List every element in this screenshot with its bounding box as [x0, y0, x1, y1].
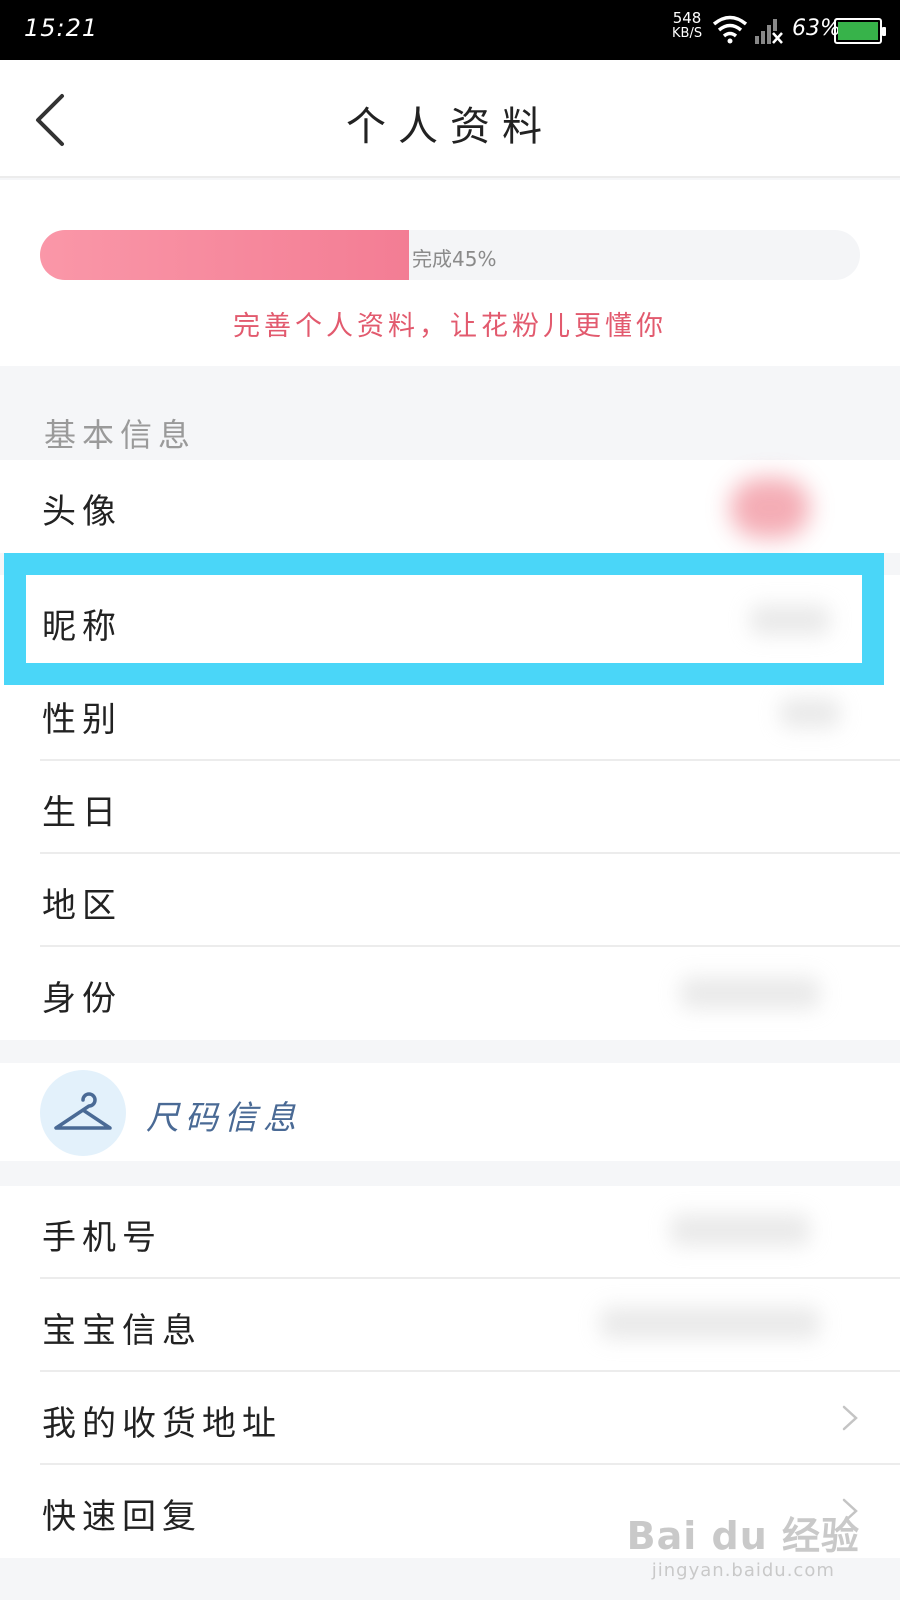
- top-nav-bar: 个人资料: [0, 60, 900, 178]
- net-speed-value: 548: [672, 9, 702, 27]
- blurred-value: [750, 605, 830, 635]
- row-baby-info[interactable]: 宝宝信息: [0, 1279, 900, 1372]
- hanger-icon: [40, 1070, 126, 1156]
- row-label: 我的收货地址: [42, 1404, 282, 1444]
- row-avatar[interactable]: 头像: [0, 460, 900, 553]
- row-birthday[interactable]: 生日: [0, 761, 900, 854]
- row-label: 地区: [42, 886, 122, 926]
- progress-label: 完成45%: [412, 247, 497, 271]
- row-label: 宝宝信息: [42, 1311, 202, 1351]
- blurred-value: [680, 977, 820, 1009]
- net-speed: 548 KB/S: [672, 10, 702, 42]
- profile-completion: 完成45% 完善个人资料，让花粉儿更懂你: [0, 180, 900, 366]
- row-label: 头像: [42, 492, 122, 532]
- page-title: 个人资料: [346, 104, 554, 150]
- row-shipping-address[interactable]: 我的收货地址: [0, 1372, 900, 1465]
- row-region[interactable]: 地区: [0, 854, 900, 947]
- signal-icon: [755, 18, 785, 48]
- row-label: 昵称: [42, 607, 122, 647]
- wifi-icon: [712, 14, 748, 48]
- row-label: 快速回复: [42, 1497, 202, 1537]
- progress-fill: [40, 230, 409, 280]
- row-phone[interactable]: 手机号: [0, 1186, 900, 1279]
- row-label: 手机号: [42, 1218, 162, 1258]
- progress-hint: 完善个人资料，让花粉儿更懂你: [233, 311, 667, 342]
- row-nickname[interactable]: 昵称: [0, 575, 900, 668]
- battery-icon: [834, 18, 886, 44]
- blurred-value: [780, 698, 840, 728]
- blurred-value: [600, 1307, 820, 1339]
- status-bar: 15:21 548 KB/S 63%: [0, 0, 900, 60]
- status-time: 15:21: [24, 14, 99, 42]
- section-title-basic-info: 基本信息: [44, 416, 197, 454]
- watermark-url: jingyan.baidu.com: [651, 1560, 835, 1581]
- blurred-value: [670, 1214, 810, 1246]
- row-label: 身份: [42, 979, 122, 1019]
- watermark: Bai du 经验 jingyan.baidu.com: [627, 1505, 860, 1581]
- row-label: 性别: [42, 700, 122, 740]
- net-speed-unit: KB/S: [672, 26, 703, 41]
- size-info-label: 尺码信息: [146, 1098, 302, 1137]
- avatar: [730, 478, 810, 538]
- row-gender[interactable]: 性别: [0, 668, 900, 761]
- watermark-brand: Bai du 经验: [626, 1514, 860, 1558]
- chevron-right-icon: [842, 1405, 858, 1431]
- row-label: 生日: [42, 793, 122, 833]
- size-info-entry[interactable]: 尺码信息: [0, 1063, 900, 1161]
- row-identity[interactable]: 身份: [0, 947, 900, 1040]
